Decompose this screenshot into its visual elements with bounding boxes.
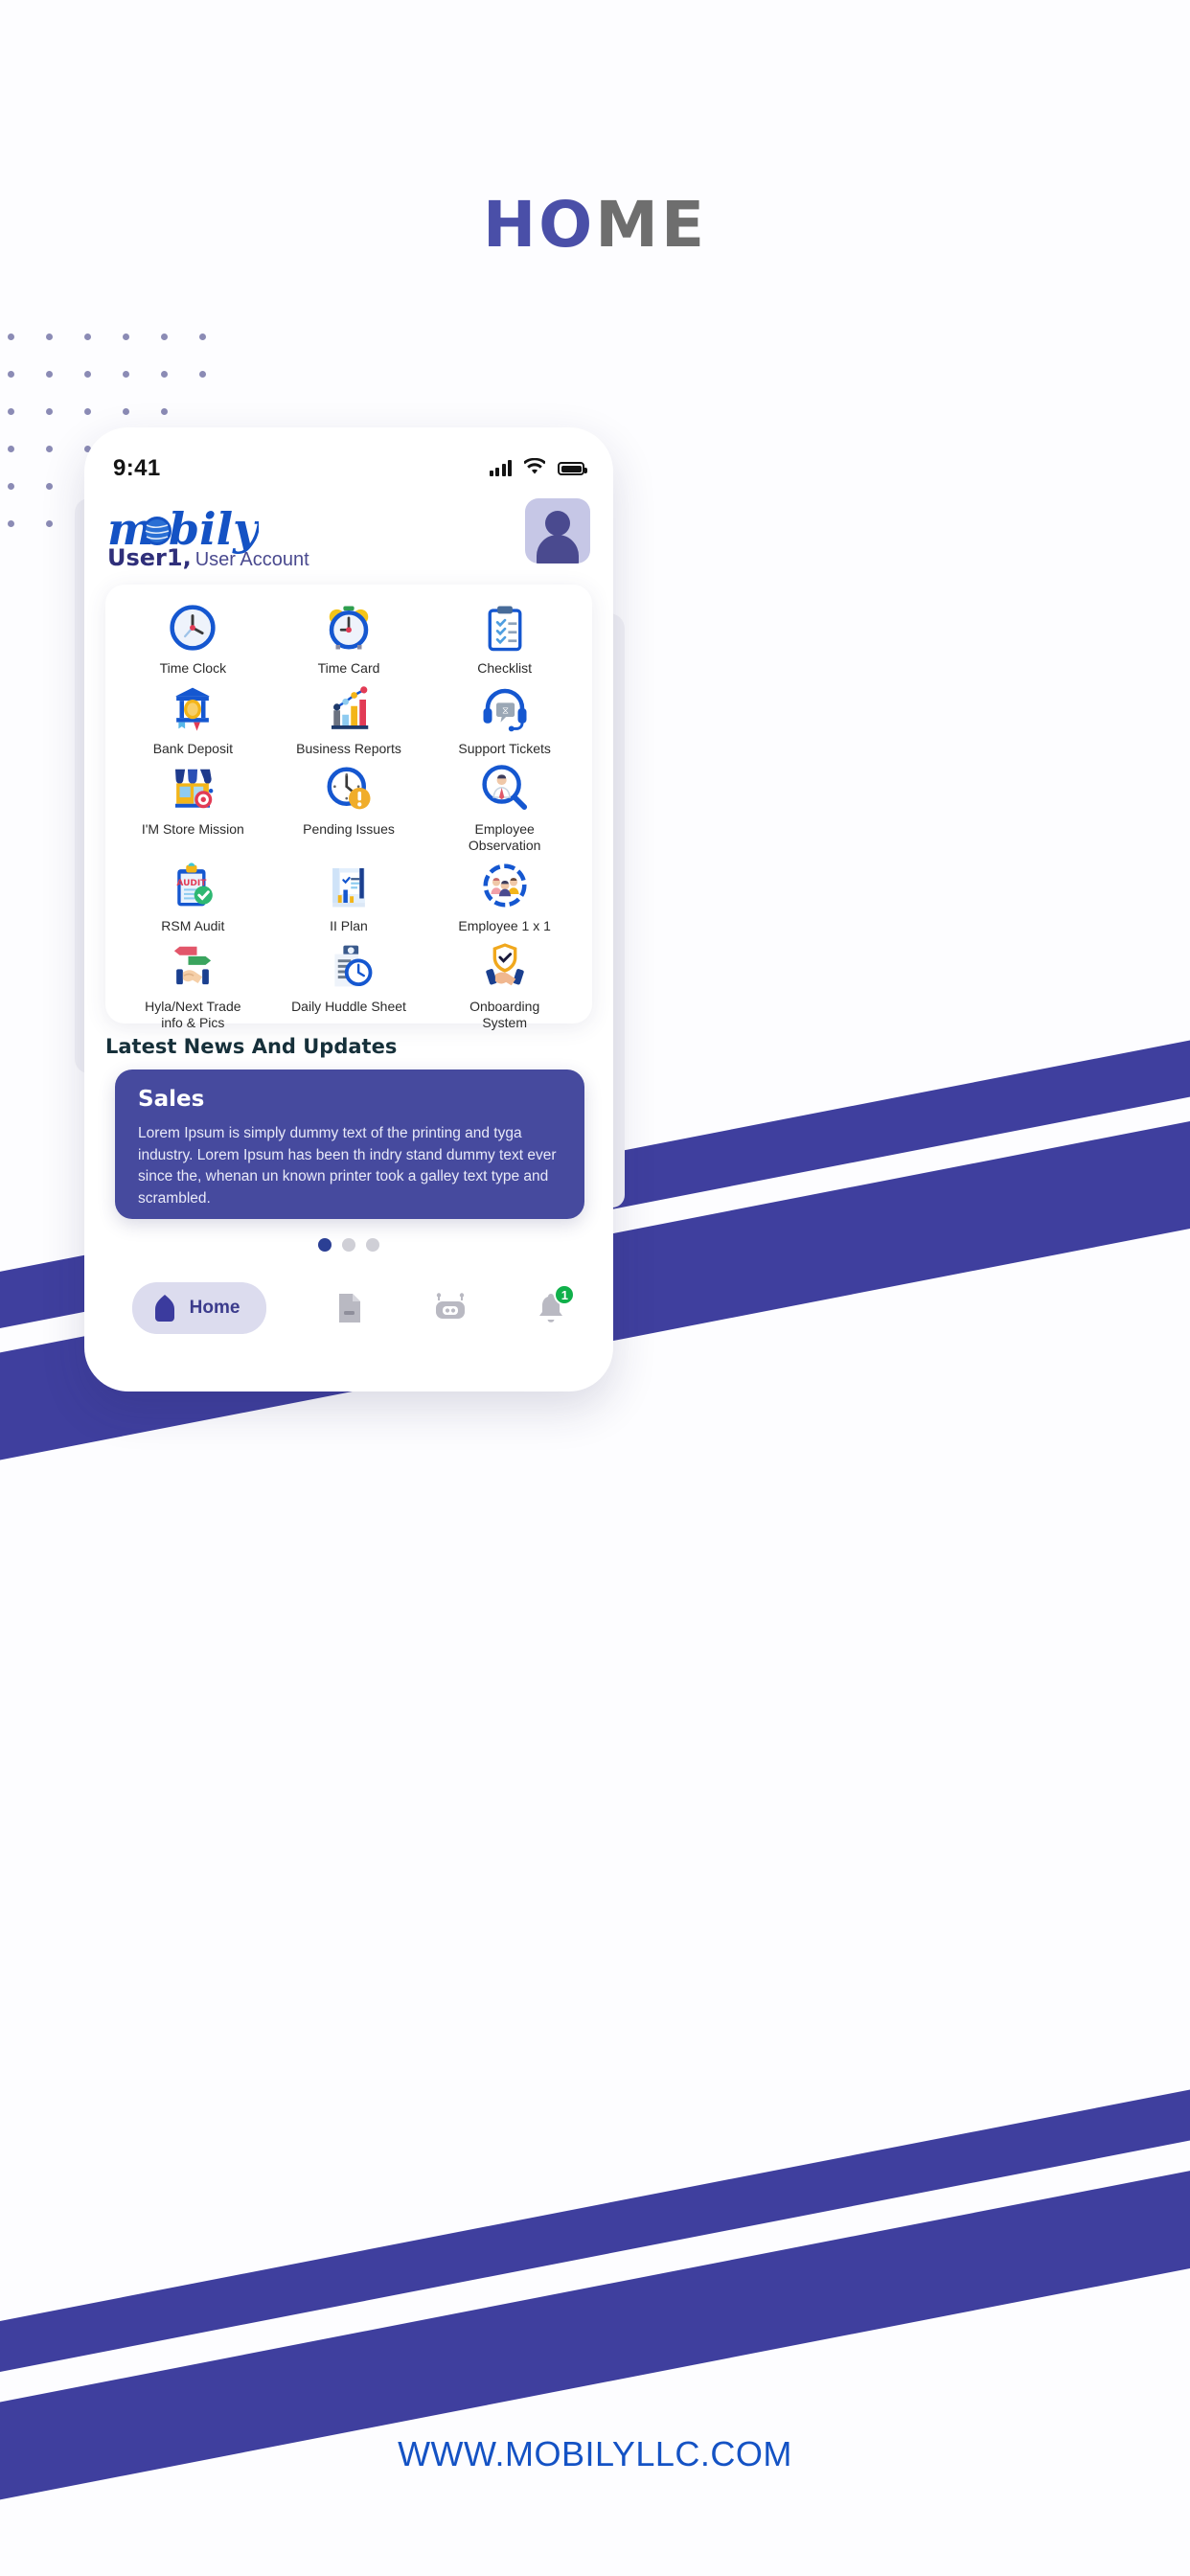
app-grid-card: Time Clock Time Card Checklist Bank Depo… [105,585,592,1030]
carousel-dot-3[interactable] [366,1238,379,1252]
app-tile-label: Onboarding System [469,999,540,1031]
carousel-dot-1[interactable] [318,1238,332,1252]
app-tile-label: Business Reports [296,741,401,757]
app-tile-label: Employee Observation [468,821,541,854]
news-card-title: Sales [138,1087,205,1112]
news-section-title: Latest News And Updates [105,1035,398,1058]
carousel-pager [84,1238,613,1252]
app-tile-label: Daily Huddle Sheet [291,999,406,1015]
nav-item-documents[interactable] [335,1292,364,1324]
team-gear-icon [477,858,533,913]
page-title-blue: HO [482,188,596,262]
headset-icon: ⧖ [477,680,533,736]
app-tile-bank-deposit[interactable]: Bank Deposit [115,680,271,757]
status-icons [489,457,587,479]
app-tile-daily-huddle-sheet[interactable]: Daily Huddle Sheet [271,938,427,1031]
app-tile-time-clock[interactable]: Time Clock [115,600,271,677]
wifi-icon [523,457,546,479]
app-tile-label: Support Tickets [458,741,551,757]
app-tile-label: II Plan [330,918,368,934]
app-tile-store-mission[interactable]: I'M Store Mission [115,761,271,854]
plan-chart-icon [321,858,377,913]
nav-item-notifications[interactable]: 1 [537,1284,576,1324]
app-tile-label: Checklist [477,660,533,676]
app-tile-label: Time Clock [159,660,227,676]
storefront-target-icon [165,761,220,816]
status-time: 9:41 [113,455,161,481]
clock-icon [165,600,220,656]
app-tile-time-card[interactable]: Time Card [271,600,427,677]
app-tile-pending-issues[interactable]: Pending Issues [271,761,427,854]
news-card[interactable]: Sales Lorem Ipsum is simply dummy text o… [115,1070,584,1219]
notification-badge: 1 [554,1284,576,1305]
document-icon [335,1292,364,1324]
user-name: User1, [107,544,192,571]
news-card-body: Lorem Ipsum is simply dummy text of the … [138,1125,557,1207]
trade-handshake-icon [165,938,220,994]
shield-handshake-icon [477,938,533,994]
user-info: User1, User Account [107,544,309,571]
app-tile-rsm-audit[interactable]: AUDIT RSM Audit [115,858,271,934]
app-tile-label: Bank Deposit [152,741,233,757]
app-tile-label: I'M Store Mission [141,821,244,838]
alarm-clock-icon [321,600,377,656]
bar-chart-icon [321,680,377,736]
svg-text:⧖: ⧖ [502,706,509,717]
bottom-navigation: Home 1 [84,1267,613,1349]
app-grid: Time Clock Time Card Checklist Bank Depo… [115,600,583,1032]
avatar[interactable] [525,498,590,564]
app-tile-label: Time Card [317,660,380,676]
app-tile-onboarding-system[interactable]: Onboarding System [426,938,583,1031]
app-tile-label: Hyla/Next Trade info & Pics [145,999,241,1031]
page-title-gray: ME [595,188,708,262]
app-tile-label: Employee 1 x 1 [458,918,551,934]
nav-item-home[interactable]: Home [131,1282,267,1334]
phone-screen: 9:41 m bily User1, User Account Time Clo… [84,427,613,1392]
app-tile-checklist[interactable]: Checklist [426,600,583,677]
app-tile-label: Pending Issues [303,821,395,838]
app-tile-ii-plan[interactable]: II Plan [271,858,427,934]
clipboard-check-icon [477,600,533,656]
app-tile-business-reports[interactable]: Business Reports [271,680,427,757]
carousel-dot-2[interactable] [342,1238,355,1252]
huddle-sheet-icon [321,938,377,994]
bank-icon [165,680,220,736]
page-title: HOME [0,188,1190,262]
magnifier-person-icon [477,761,533,816]
user-role: User Account [195,549,309,570]
app-tile-support-tickets[interactable]: ⧖ Support Tickets [426,680,583,757]
nav-item-chatbot[interactable] [432,1293,469,1323]
audit-clipboard-icon: AUDIT [165,858,220,913]
app-tile-label: RSM Audit [161,918,225,934]
battery-icon [558,462,587,475]
app-tile-employee-observation[interactable]: Employee Observation [426,761,583,854]
status-bar: 9:41 [84,448,613,489]
signal-bars-icon [489,460,512,476]
page-root: HOME 9:41 m bily User1, User Account Tim… [0,0,1190,2576]
app-tile-employee-1x1[interactable]: Employee 1 x 1 [426,858,583,934]
nav-item-home-label: Home [189,1298,240,1318]
home-icon [151,1294,178,1322]
clock-alert-icon [321,761,377,816]
footer-url: WWW.MOBILYLLC.COM [398,2434,792,2473]
app-tile-hyla-next-trade[interactable]: Hyla/Next Trade info & Pics [115,938,271,1031]
robot-icon [432,1293,469,1323]
